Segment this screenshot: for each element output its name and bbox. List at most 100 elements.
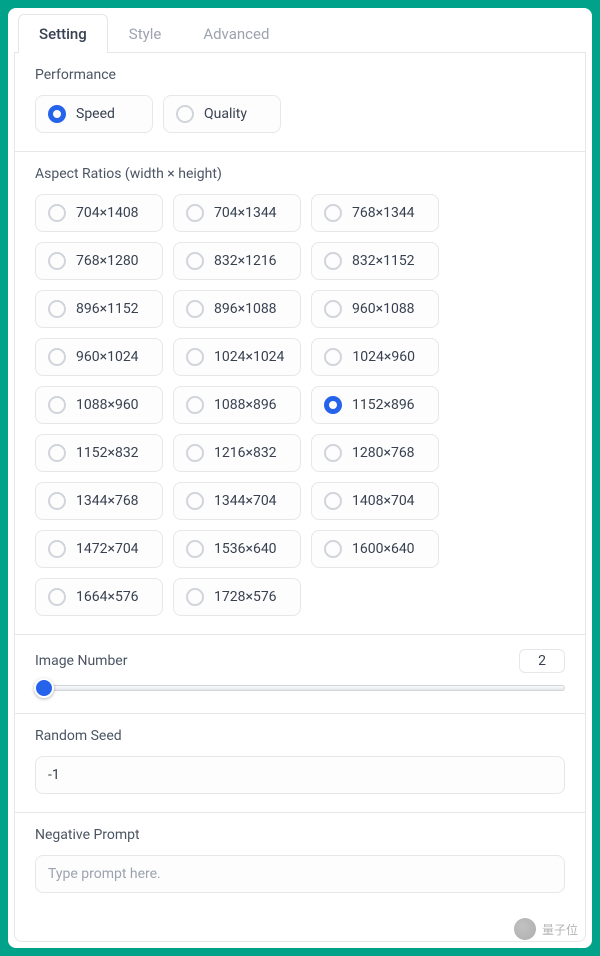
radio-option[interactable]: 1088×896 (173, 386, 301, 424)
radio-option[interactable]: 832×1216 (173, 242, 301, 280)
radio-option[interactable]: 704×1344 (173, 194, 301, 232)
radio-label: 896×1088 (214, 301, 277, 317)
performance-options: Speed Quality (35, 95, 565, 133)
negative-prompt-title: Negative Prompt (35, 827, 565, 843)
radio-icon (48, 300, 66, 318)
radio-label: 960×1024 (76, 349, 139, 365)
watermark: 量子位 (514, 918, 578, 940)
radio-option[interactable]: 1344×704 (173, 482, 301, 520)
radio-label: 1024×960 (352, 349, 415, 365)
radio-option[interactable]: 896×1152 (35, 290, 163, 328)
radio-icon (324, 492, 342, 510)
radio-icon (48, 492, 66, 510)
radio-option[interactable]: 1088×960 (35, 386, 163, 424)
radio-option[interactable]: Quality (163, 95, 281, 133)
radio-icon (48, 396, 66, 414)
radio-option[interactable]: 1216×832 (173, 434, 301, 472)
radio-option[interactable]: 1152×832 (35, 434, 163, 472)
radio-icon (48, 540, 66, 558)
radio-option[interactable]: 1152×896 (311, 386, 439, 424)
radio-label: 896×1152 (76, 301, 139, 317)
slider-thumb[interactable] (34, 678, 54, 698)
radio-label: 1600×640 (352, 541, 415, 557)
radio-option[interactable]: 1536×640 (173, 530, 301, 568)
radio-label: 1536×640 (214, 541, 277, 557)
radio-label: Quality (204, 106, 247, 122)
radio-option[interactable]: 768×1280 (35, 242, 163, 280)
radio-label: 1664×576 (76, 589, 139, 605)
radio-label: 704×1344 (214, 205, 277, 221)
radio-option[interactable]: 1408×704 (311, 482, 439, 520)
random-seed-input[interactable] (35, 756, 565, 794)
radio-label: 1152×896 (352, 397, 415, 413)
radio-option[interactable]: 1600×640 (311, 530, 439, 568)
radio-option[interactable]: 1472×704 (35, 530, 163, 568)
radio-option[interactable]: 704×1408 (35, 194, 163, 232)
radio-option[interactable]: 1024×1024 (173, 338, 301, 376)
radio-label: 1216×832 (214, 445, 277, 461)
radio-label: 1344×768 (76, 493, 139, 509)
radio-icon (48, 252, 66, 270)
performance-section: Performance Speed Quality (15, 53, 585, 152)
radio-icon (324, 300, 342, 318)
watermark-text: 量子位 (542, 921, 578, 938)
aspect-ratios-section: Aspect Ratios (width × height) 704×14087… (15, 152, 585, 635)
radio-label: 1344×704 (214, 493, 277, 509)
radio-option[interactable]: Speed (35, 95, 153, 133)
radio-icon (324, 348, 342, 366)
tab-advanced[interactable]: Advanced (182, 14, 290, 53)
radio-icon (48, 444, 66, 462)
radio-icon (324, 252, 342, 270)
radio-icon (186, 204, 204, 222)
radio-option[interactable]: 1664×576 (35, 578, 163, 616)
radio-option[interactable]: 768×1344 (311, 194, 439, 232)
tab-setting[interactable]: Setting (18, 14, 108, 53)
radio-icon (324, 540, 342, 558)
radio-option[interactable]: 1344×768 (35, 482, 163, 520)
radio-option[interactable]: 832×1152 (311, 242, 439, 280)
image-number-title: Image Number (35, 653, 127, 669)
radio-label: 1088×960 (76, 397, 139, 413)
random-seed-title: Random Seed (35, 728, 565, 744)
radio-label: 1408×704 (352, 493, 415, 509)
radio-icon (186, 396, 204, 414)
aspect-ratios-title: Aspect Ratios (width × height) (35, 166, 565, 182)
aspect-ratios-options: 704×1408 704×1344 768×1344 768×1280 832×1216… (35, 194, 565, 616)
tab-style[interactable]: Style (108, 14, 183, 53)
image-number-value[interactable]: 2 (519, 649, 565, 673)
radio-option[interactable]: 1280×768 (311, 434, 439, 472)
radio-option[interactable]: 1728×576 (173, 578, 301, 616)
content-area: Performance Speed Quality Aspect Ratios (… (14, 53, 586, 942)
radio-option[interactable]: 960×1024 (35, 338, 163, 376)
radio-option[interactable]: 1024×960 (311, 338, 439, 376)
image-number-slider[interactable] (35, 685, 565, 691)
radio-label: 1472×704 (76, 541, 139, 557)
radio-icon (48, 204, 66, 222)
radio-label: Speed (76, 106, 115, 122)
radio-icon (186, 444, 204, 462)
negative-prompt-section: Negative Prompt (15, 813, 585, 911)
radio-option[interactable]: 896×1088 (173, 290, 301, 328)
radio-label: 832×1152 (352, 253, 415, 269)
radio-icon (48, 348, 66, 366)
radio-icon (186, 348, 204, 366)
radio-icon (186, 252, 204, 270)
tab-bar: SettingStyleAdvanced (14, 14, 586, 53)
radio-label: 1280×768 (352, 445, 415, 461)
radio-label: 1728×576 (214, 589, 277, 605)
radio-option[interactable]: 960×1088 (311, 290, 439, 328)
radio-icon (324, 444, 342, 462)
watermark-logo-icon (514, 918, 536, 940)
performance-title: Performance (35, 67, 565, 83)
negative-prompt-input[interactable] (35, 855, 565, 893)
radio-label: 960×1088 (352, 301, 415, 317)
image-number-section: Image Number 2 (15, 635, 585, 714)
radio-icon (324, 396, 342, 414)
radio-label: 768×1344 (352, 205, 415, 221)
radio-label: 1088×896 (214, 397, 277, 413)
radio-icon (186, 300, 204, 318)
settings-panel: SettingStyleAdvanced Performance Speed Qu… (8, 8, 592, 948)
radio-icon (186, 588, 204, 606)
radio-label: 768×1280 (76, 253, 139, 269)
radio-label: 1152×832 (76, 445, 139, 461)
